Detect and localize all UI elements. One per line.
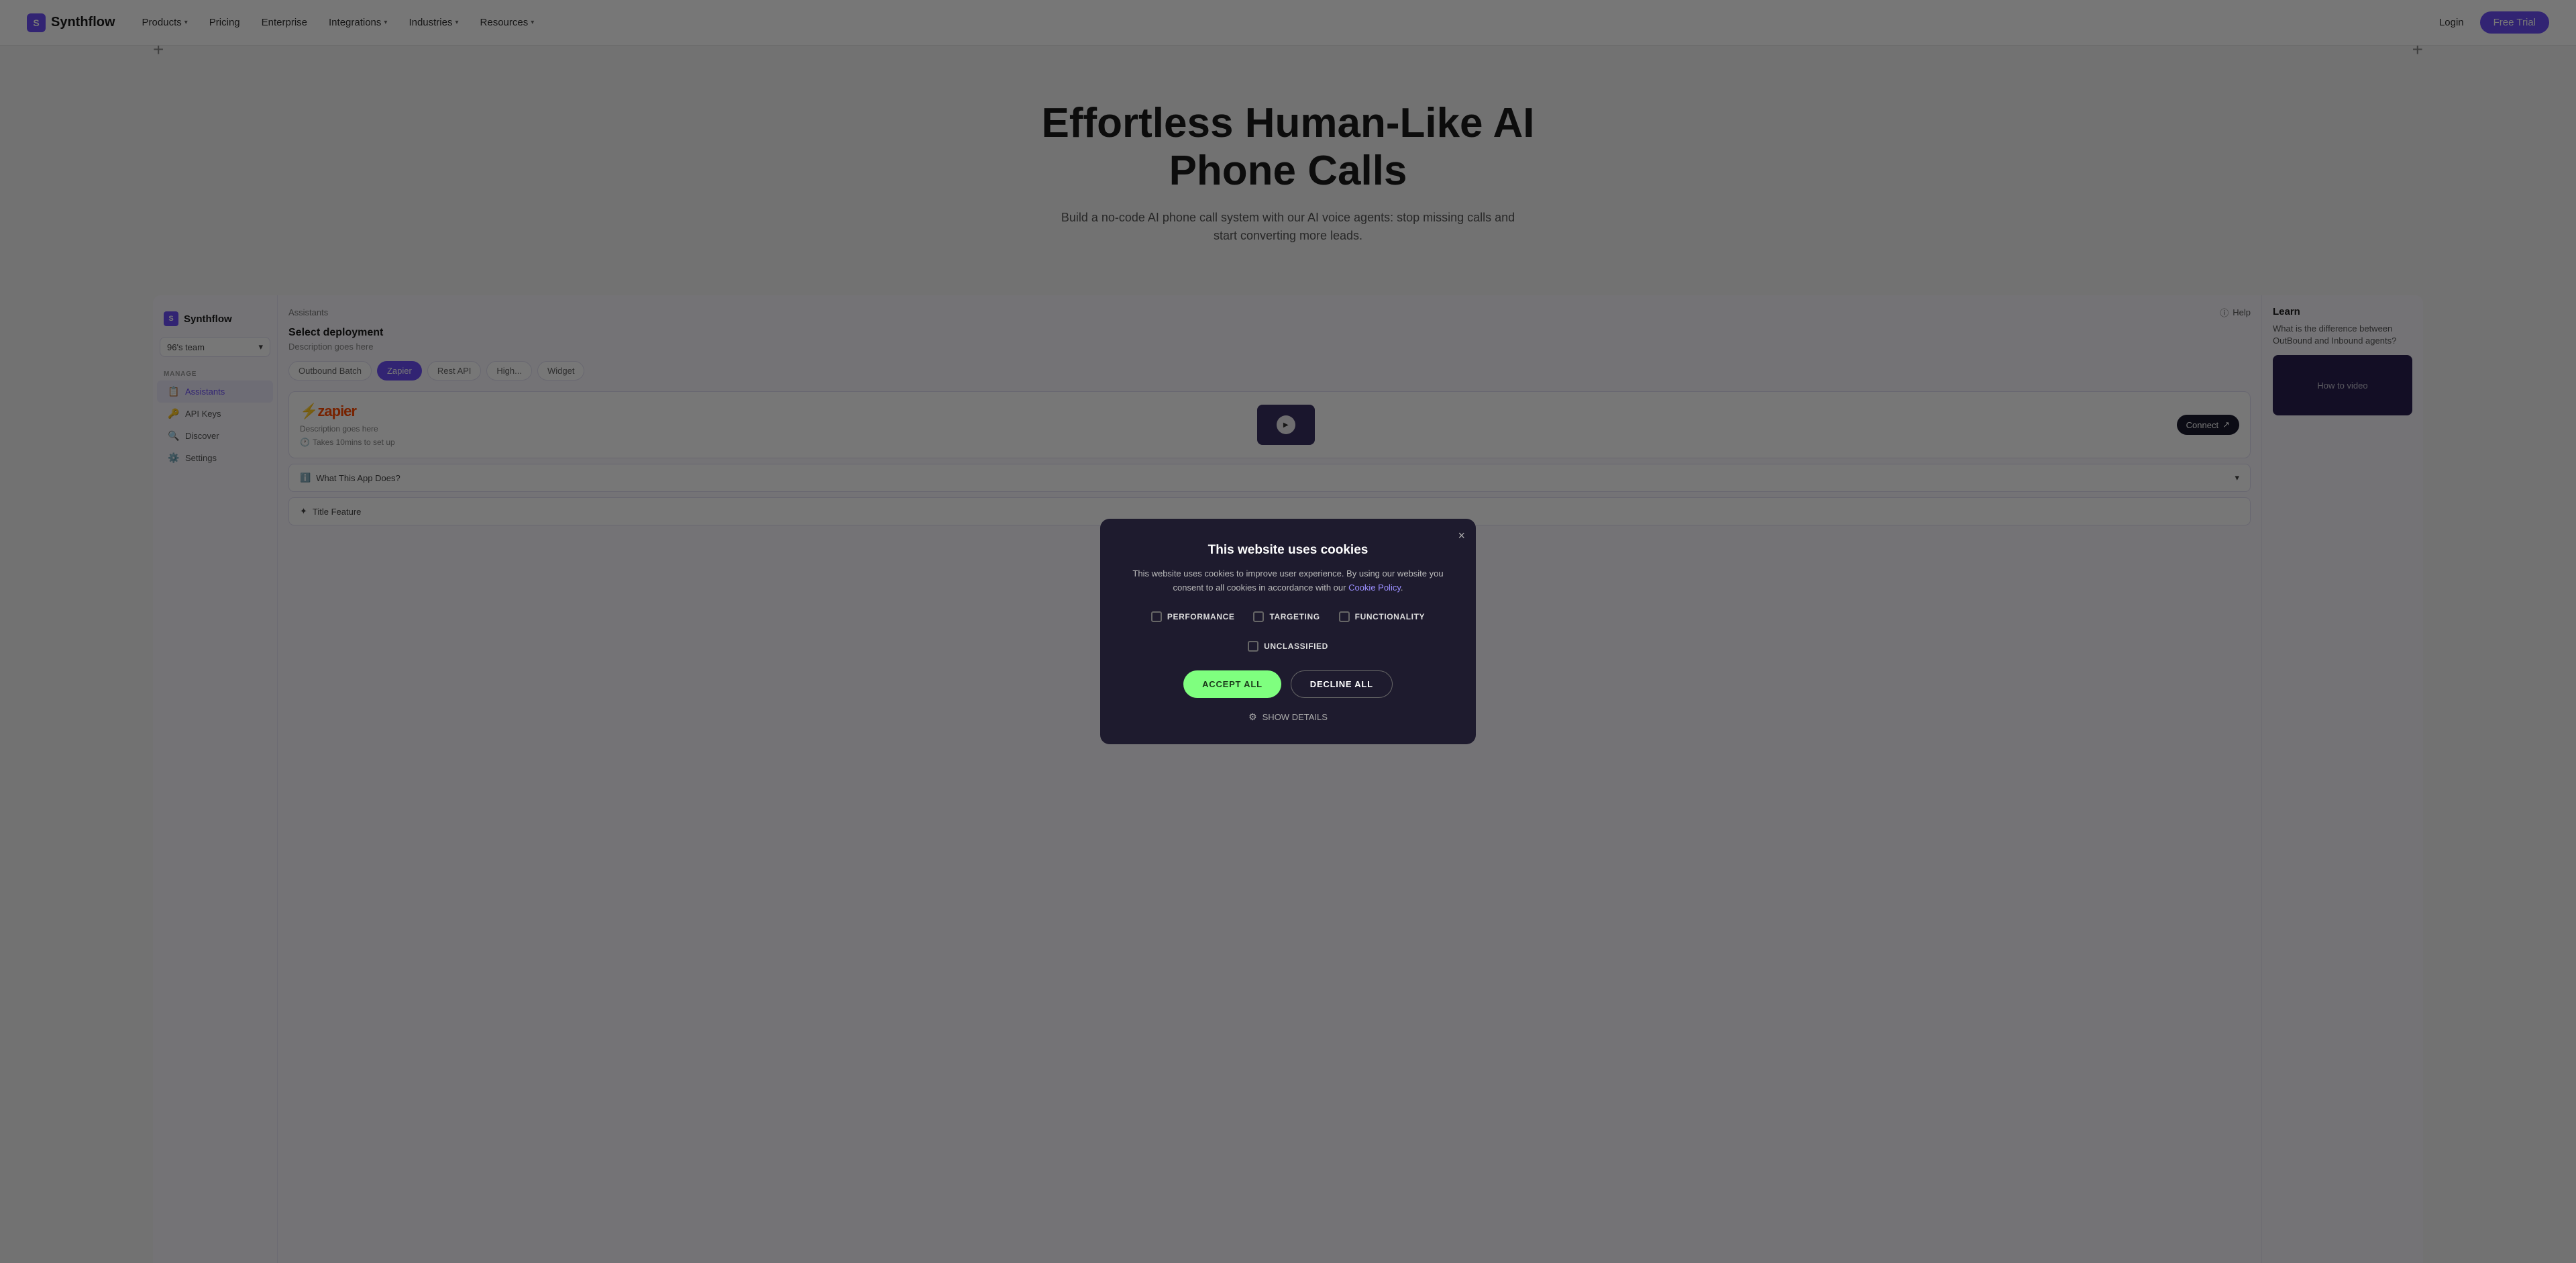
checkbox-functionality[interactable]: FUNCTIONALITY xyxy=(1339,611,1425,622)
modal-title: This website uses cookies xyxy=(1127,543,1449,558)
modal-description: This website uses cookies to improve use… xyxy=(1127,567,1449,595)
checkbox-box-performance[interactable] xyxy=(1151,611,1162,622)
show-details-label: SHOW DETAILS xyxy=(1263,712,1328,722)
cookie-checkboxes-row: PERFORMANCE TARGETING FUNCTIONALITY UNCL… xyxy=(1127,611,1449,652)
show-details-button[interactable]: ⚙ SHOW DETAILS xyxy=(1127,711,1449,723)
checkbox-box-targeting[interactable] xyxy=(1253,611,1264,622)
accept-all-button[interactable]: ACCEPT ALL xyxy=(1183,670,1281,698)
modal-close-button[interactable]: × xyxy=(1458,529,1465,542)
checkbox-label-targeting: TARGETING xyxy=(1269,612,1320,621)
checkbox-targeting[interactable]: TARGETING xyxy=(1253,611,1320,622)
checkbox-label-functionality: FUNCTIONALITY xyxy=(1355,612,1425,621)
checkbox-performance[interactable]: PERFORMANCE xyxy=(1151,611,1235,622)
checkbox-label-unclassified: UNCLASSIFIED xyxy=(1264,642,1328,651)
decline-all-button[interactable]: DECLINE ALL xyxy=(1291,670,1393,698)
modal-buttons: ACCEPT ALL DECLINE ALL xyxy=(1127,670,1449,698)
checkbox-box-unclassified[interactable] xyxy=(1248,641,1258,652)
checkbox-label-performance: PERFORMANCE xyxy=(1167,612,1235,621)
gear-icon: ⚙ xyxy=(1248,711,1257,723)
cookie-modal: × This website uses cookies This website… xyxy=(1100,519,1476,744)
modal-overlay[interactable]: × This website uses cookies This website… xyxy=(0,0,2576,1263)
checkbox-unclassified[interactable]: UNCLASSIFIED xyxy=(1248,641,1328,652)
checkbox-box-functionality[interactable] xyxy=(1339,611,1350,622)
cookie-policy-link[interactable]: Cookie Policy xyxy=(1348,583,1401,593)
